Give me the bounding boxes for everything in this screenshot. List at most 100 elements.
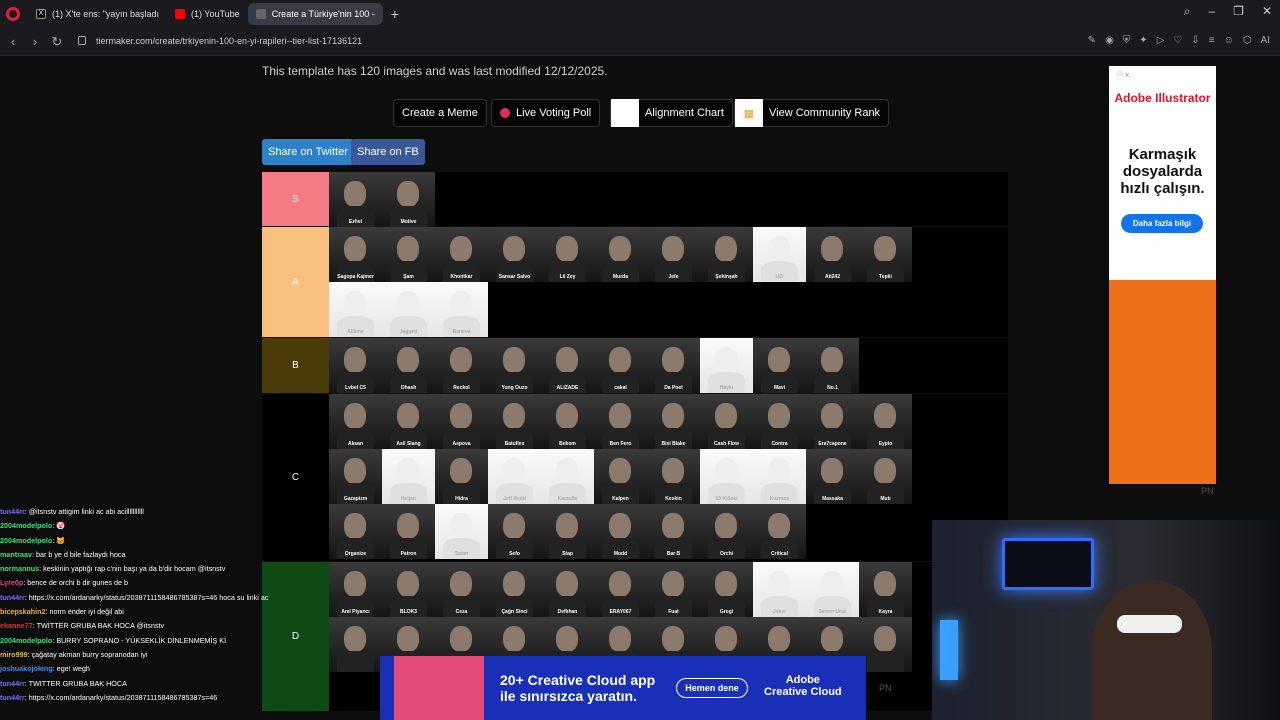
adobe-illustrator-ad[interactable]: ⓘ ✕ Adobe Illustrator Karmaşık dosyalard… (1109, 66, 1216, 484)
share-fb-button[interactable]: Share on FB (351, 139, 425, 165)
rapper-card[interactable]: UZI (753, 227, 806, 282)
community-rank-button[interactable]: ▦ View Community Rank (734, 99, 890, 127)
rapper-card[interactable]: Sansar Salvo (488, 227, 541, 282)
rapper-card[interactable]: Baneva (435, 282, 488, 337)
rapper-card[interactable]: Mavi (753, 338, 806, 393)
chat-username[interactable]: tun44rr (0, 679, 25, 688)
rapper-card[interactable]: Heijan (382, 449, 435, 504)
search-icon[interactable]: ⌕ (1184, 4, 1191, 19)
tab-youtube[interactable]: (1) YouTube (167, 3, 248, 25)
rapper-card[interactable]: Ati242 (806, 227, 859, 282)
rapper-card[interactable]: Hayki (700, 338, 753, 393)
close-button[interactable]: ✕ (1262, 4, 1272, 19)
chat-username[interactable]: ekanne77 (0, 621, 33, 630)
rapper-card[interactable]: Defkhan (541, 562, 594, 617)
rapper-card[interactable]: Ben Fero (594, 394, 647, 449)
rapper-card[interactable]: Patron (382, 504, 435, 559)
alignment-chart-button[interactable]: ⊞ Alignment Chart (610, 99, 733, 127)
rapper-card[interactable]: Server Uraz (806, 562, 859, 617)
rapper-card[interactable]: Jefe (647, 227, 700, 282)
rapper-card[interactable]: Khontkar (435, 227, 488, 282)
back-icon[interactable]: ‹ (2, 34, 24, 49)
tier-settings[interactable] (954, 172, 1008, 226)
tier-settings[interactable] (954, 338, 1008, 393)
rapper-card[interactable]: Reckol (435, 338, 488, 393)
ad-cta-button[interactable]: Daha fazla bilgi (1121, 214, 1203, 233)
rapper-card[interactable]: Eypio (859, 394, 912, 449)
creative-cloud-ad[interactable]: 20+ Creative Cloud app ile sınırsızca yar… (380, 656, 866, 720)
opera-logo-icon[interactable] (6, 7, 20, 21)
rapper-card[interactable]: Asil Slang (382, 394, 435, 449)
ad-cta-button[interactable]: Hemen dene (676, 678, 748, 698)
rapper-card[interactable]: Kayra (859, 562, 912, 617)
rapper-card[interactable]: Gazapizm (329, 449, 382, 504)
tier-label[interactable]: A (262, 227, 329, 337)
restore-button[interactable]: ❐ (1233, 4, 1244, 19)
chat-username[interactable]: mantraav (0, 550, 32, 559)
rapper-card[interactable]: Contra (753, 394, 806, 449)
rapper-card[interactable]: Mutı (859, 449, 912, 504)
rapper-card[interactable]: Massaka (806, 449, 859, 504)
rapper-card[interactable]: Ohash (382, 338, 435, 393)
ai-button[interactable]: AI (1261, 35, 1270, 46)
rapper-card[interactable]: Bekom (541, 394, 594, 449)
rapper-card[interactable]: Sefo (488, 504, 541, 559)
share-twitter-button[interactable]: Share on Twitter (262, 139, 354, 165)
rapper-card[interactable]: Era7capone (806, 394, 859, 449)
settings-icon[interactable]: ⬡ (1243, 35, 1252, 46)
rapper-card[interactable]: Lvbel C5 (329, 338, 382, 393)
rapper-card[interactable]: No.1 (806, 338, 859, 393)
live-voting-button[interactable]: Live Voting Poll (491, 99, 601, 127)
rapper-card[interactable]: Cash Flow (700, 394, 753, 449)
forward-icon[interactable]: › (24, 34, 46, 49)
rapper-card[interactable]: Allâme (329, 282, 382, 337)
edit-icon[interactable]: ✎ (1088, 35, 1096, 46)
heart-icon[interactable]: ♡ (1173, 35, 1182, 46)
tier-label[interactable]: S (262, 172, 329, 226)
download-icon[interactable]: ⇩ (1191, 35, 1199, 46)
chat-username[interactable]: 2004modelpolo (0, 636, 52, 645)
rapper-card[interactable]: Saian (435, 504, 488, 559)
rapper-card[interactable]: Joker (753, 562, 806, 617)
rapper-card[interactable]: Da Poet (647, 338, 700, 393)
rapper-card[interactable]: Keskin (647, 449, 700, 504)
new-tab-button[interactable]: + (387, 6, 403, 22)
rapper-card[interactable]: Kalpen (594, 449, 647, 504)
chat-username[interactable]: tun44rr (0, 507, 25, 516)
rapper-card[interactable] (329, 617, 382, 672)
chat-username[interactable]: joshuakojoking (0, 664, 53, 673)
chat-username[interactable]: miro999 (0, 650, 28, 659)
minimize-button[interactable]: – (1208, 4, 1215, 19)
rapper-card[interactable]: Yung Ouzo (488, 338, 541, 393)
chat-username[interactable]: tun44rr (0, 593, 25, 602)
tab-x[interactable]: X (1) X'te ens: "yayın başladı (28, 3, 167, 25)
reload-icon[interactable]: ↻ (46, 34, 68, 50)
chat-username[interactable]: 2004modelpolo (0, 536, 52, 545)
rapper-card[interactable]: Organize (329, 504, 382, 559)
rapper-card[interactable]: Motive (382, 172, 435, 227)
chat-username[interactable]: bicepskahin2 (0, 607, 46, 616)
menu-icon[interactable]: ≡ (1209, 35, 1215, 46)
rapper-card[interactable]: Modd (594, 504, 647, 559)
chat-username[interactable]: 2004modelpolo (0, 521, 52, 530)
rapper-card[interactable]: Jeff Redd (488, 449, 541, 504)
rapper-card[interactable]: Çağrı Sinci (488, 562, 541, 617)
rapper-card[interactable]: Fuat (647, 562, 700, 617)
rapper-card[interactable]: Kozmos (753, 449, 806, 504)
rapper-card[interactable]: Batuflex (488, 394, 541, 449)
rapper-card[interactable]: ERAY067 (594, 562, 647, 617)
rapper-card[interactable]: Grogi (700, 562, 753, 617)
rapper-card[interactable]: Jagged (382, 282, 435, 337)
rapper-card[interactable]: Ezhel (329, 172, 382, 227)
rapper-card[interactable]: Lil Zey (541, 227, 594, 282)
rapper-card[interactable]: Tepki (859, 227, 912, 282)
rapper-card[interactable]: Şehinşah (700, 227, 753, 282)
tier-label[interactable]: B (262, 338, 329, 393)
url-field[interactable]: tiermaker.com/create/trkiyenin-100-en-yi… (96, 36, 362, 46)
create-meme-button[interactable]: Create a Meme (393, 99, 487, 127)
tab-tiermaker[interactable]: Create a Türkiye'nin 100 - (247, 3, 383, 25)
rapper-card[interactable]: Orchi (700, 504, 753, 559)
rapper-card[interactable]: 13 Killoki (700, 449, 753, 504)
profile-icon[interactable]: ☺ (1224, 35, 1234, 46)
rapper-card[interactable]: ALIZADE (541, 338, 594, 393)
